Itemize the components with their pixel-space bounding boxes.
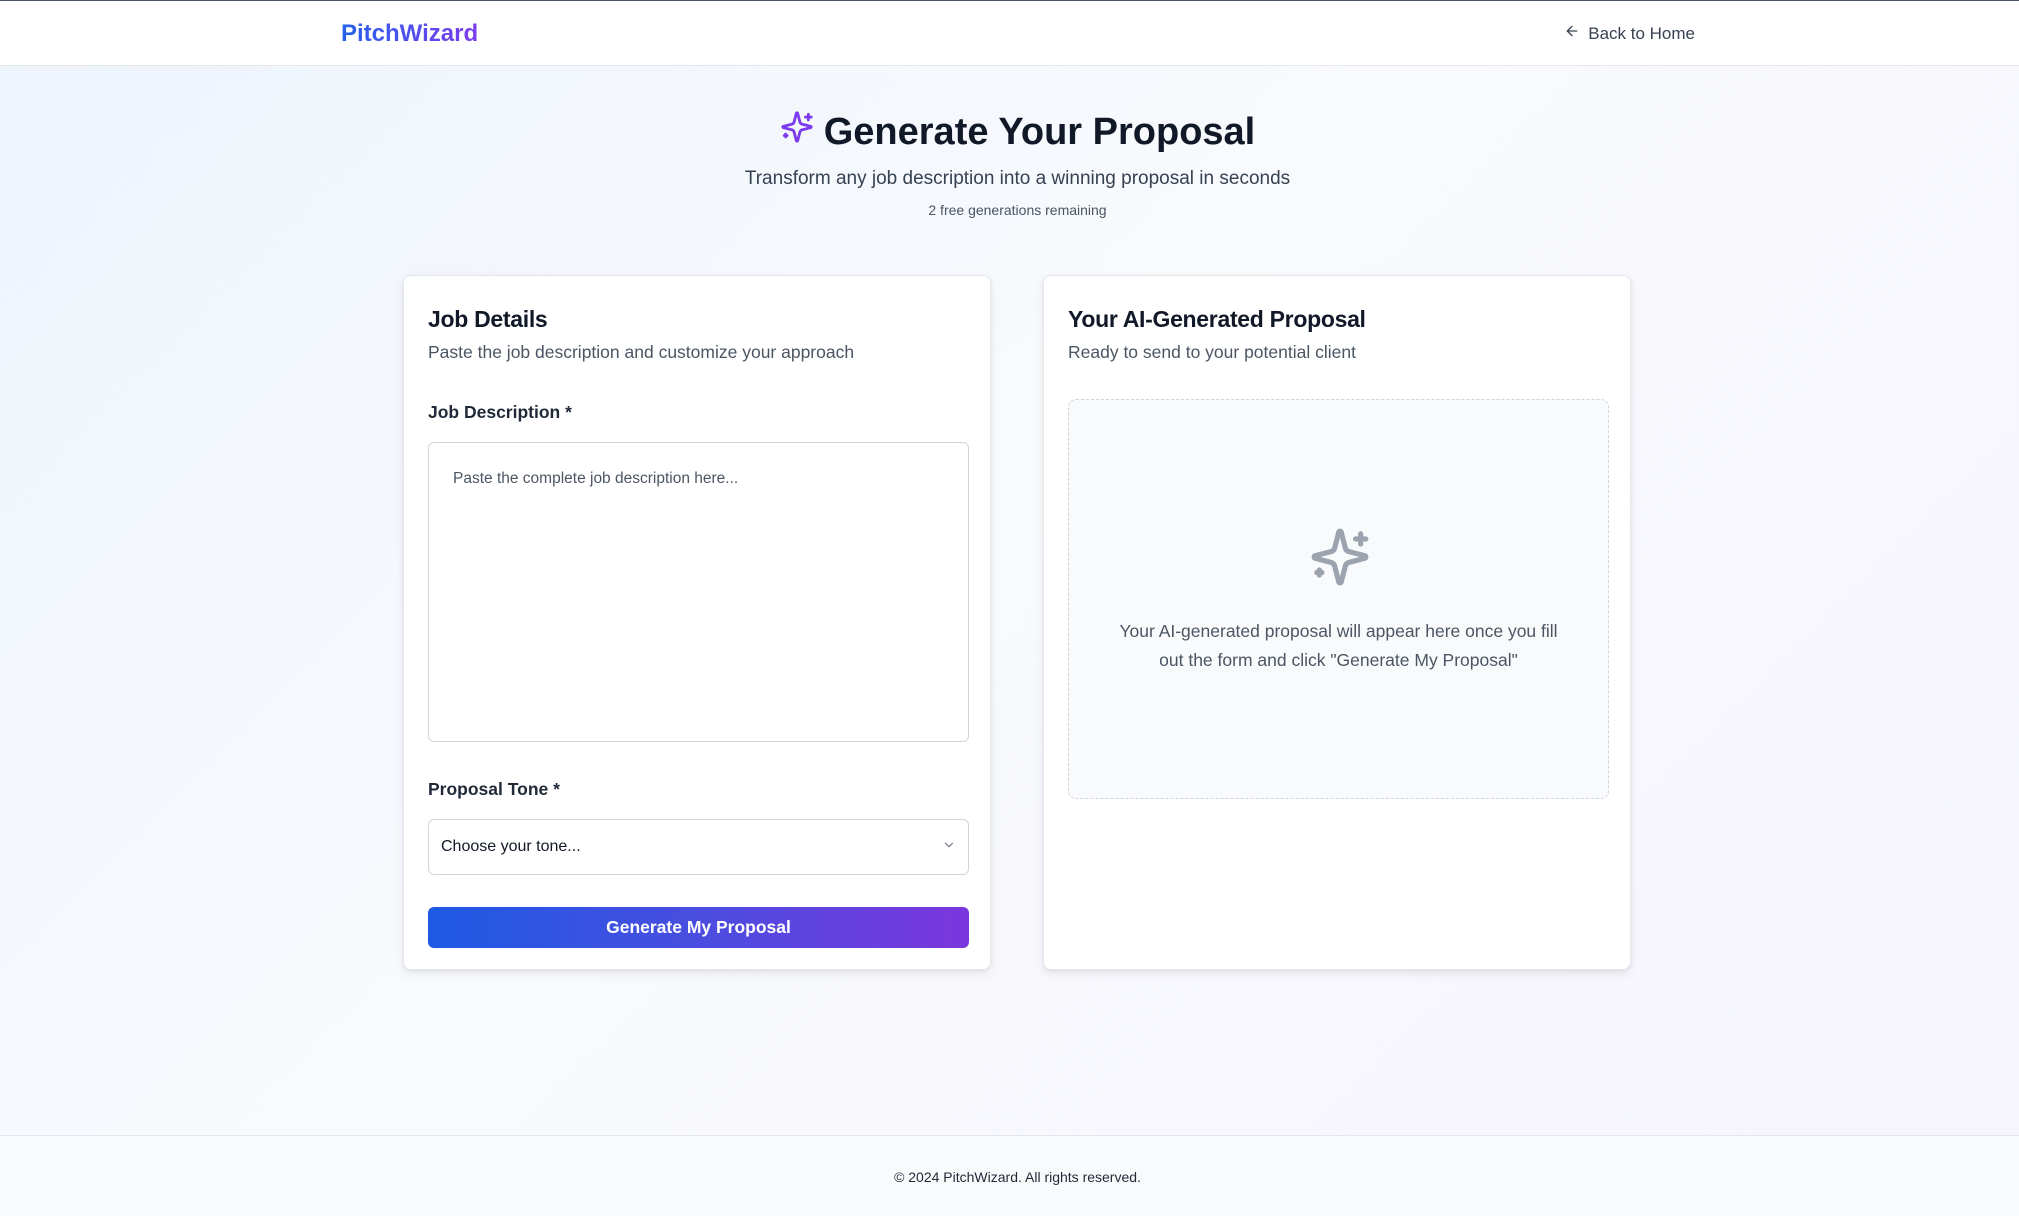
- generate-proposal-button[interactable]: Generate My Proposal: [428, 907, 969, 948]
- proposal-tone-label: Proposal Tone *: [428, 779, 560, 799]
- arrow-left-icon: [1564, 23, 1580, 44]
- generations-remaining: 2 free generations remaining: [928, 202, 1107, 218]
- proposal-output-title: Your AI-Generated Proposal: [1068, 306, 1366, 332]
- proposal-output-description: Ready to send to your potential client: [1068, 342, 1356, 362]
- proposal-tone-select[interactable]: Choose your tone...: [428, 819, 969, 875]
- page-title: Generate Your Proposal: [780, 110, 1256, 154]
- brand-logo[interactable]: PitchWizard: [341, 20, 478, 48]
- page-subtitle: Transform any job description into a win…: [744, 168, 1291, 189]
- copyright-text: © 2024 PitchWizard. All rights reserved.: [894, 1169, 1141, 1185]
- proposal-output-card: Your AI-Generated Proposal Ready to send…: [1043, 275, 1631, 970]
- page-title-text: Generate Your Proposal: [823, 110, 1256, 153]
- proposal-empty-message: Your AI-generated proposal will appear h…: [1119, 621, 1558, 670]
- page-hero: Generate Your Proposal Transform any job…: [0, 110, 2019, 219]
- chevron-down-icon: [942, 838, 956, 857]
- job-details-title: Job Details: [428, 306, 548, 332]
- back-to-home-link[interactable]: Back to Home: [1564, 23, 1695, 44]
- proposal-tone-value: Choose your tone...: [441, 838, 581, 855]
- top-nav: PitchWizard Back to Home: [0, 1, 2019, 66]
- job-description-label: Job Description *: [428, 402, 572, 422]
- back-to-home-label: Back to Home: [1588, 23, 1695, 43]
- job-description-input[interactable]: [428, 442, 969, 742]
- page-footer: © 2024 PitchWizard. All rights reserved.: [0, 1135, 2019, 1216]
- sparkles-icon: [780, 110, 814, 154]
- proposal-empty-state: Your AI-generated proposal will appear h…: [1068, 399, 1609, 799]
- job-details-card: Job Details Paste the job description an…: [403, 275, 991, 970]
- job-details-description: Paste the job description and customize …: [428, 342, 855, 362]
